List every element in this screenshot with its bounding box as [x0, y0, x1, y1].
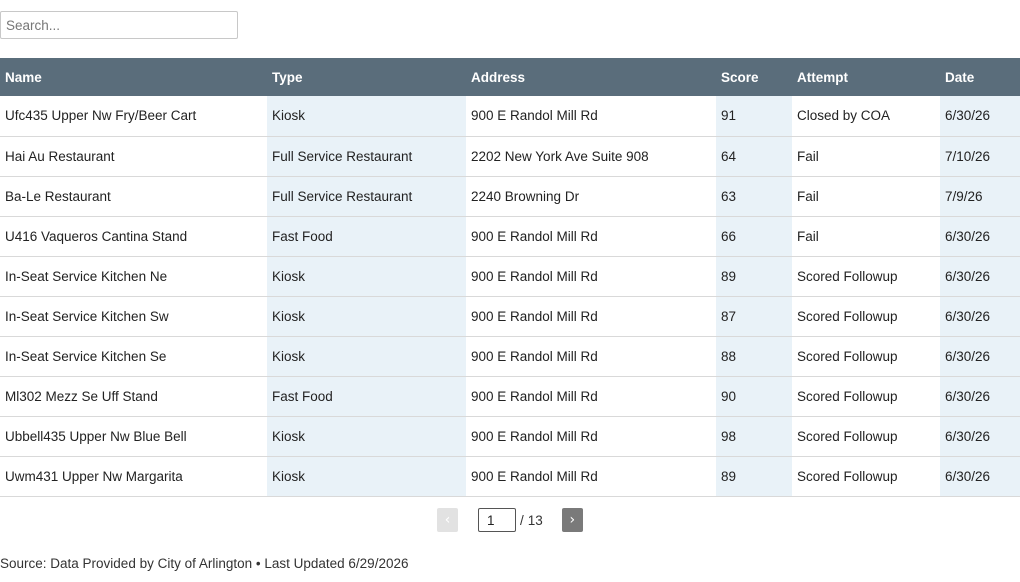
- column-header-attempt[interactable]: Attempt: [792, 58, 940, 96]
- cell-attempt: Scored Followup: [797, 308, 898, 324]
- cell-address: 900 E Randol Mill Rd: [471, 388, 598, 404]
- cell-address: 900 E Randol Mill Rd: [471, 268, 598, 284]
- page: Name Type Address Score Attempt Date Ufc…: [0, 0, 1020, 582]
- table-body: Ufc435 Upper Nw Fry/Beer Cart Kiosk 900 E …: [0, 96, 1020, 496]
- cell-name: Ufc435 Upper Nw Fry/Beer Cart: [5, 108, 197, 124]
- column-header-score[interactable]: Score: [716, 58, 792, 96]
- column-header-address[interactable]: Address: [466, 58, 716, 96]
- cell-score: 88: [716, 336, 792, 376]
- source-note: Source: Data Provided by City of Arlingt…: [0, 556, 409, 571]
- cell-attempt: Scored Followup: [797, 428, 898, 444]
- column-header-date[interactable]: Date: [940, 58, 1020, 96]
- cell-attempt: Fail: [797, 228, 819, 244]
- cell-name: U416 Vaqueros Cantina Stand: [5, 228, 188, 244]
- search-input[interactable]: [0, 11, 238, 39]
- cell-type: Kiosk: [267, 96, 466, 136]
- previous-page-button[interactable]: ‹: [437, 508, 458, 532]
- cell-type: Kiosk: [267, 416, 466, 456]
- cell-attempt: Scored Followup: [797, 348, 898, 364]
- cell-score: 90: [716, 376, 792, 416]
- cell-date: 6/30/26: [940, 256, 1020, 296]
- cell-date: 6/30/26: [940, 376, 1020, 416]
- pagination: ‹ /13 ›: [437, 508, 583, 532]
- cell-score: 91: [716, 96, 792, 136]
- cell-date: 7/10/26: [940, 136, 1020, 176]
- cell-name: Uwm431 Upper Nw Margarita: [5, 468, 183, 484]
- table-header-row: Name Type Address Score Attempt Date: [0, 58, 1020, 96]
- cell-name: Ml302 Mezz Se Uff Stand: [5, 388, 158, 404]
- table-row[interactable]: U416 Vaqueros Cantina Stand Fast Food 900 …: [0, 216, 1020, 256]
- cell-attempt: Closed by COA: [797, 108, 891, 124]
- cell-date: 6/30/26: [940, 96, 1020, 136]
- table-row[interactable]: In-Seat Service Kitchen Ne Kiosk 900 E Ran…: [0, 256, 1020, 296]
- table-row[interactable]: Uwm431 Upper Nw Margarita Kiosk 900 E Rand…: [0, 456, 1020, 496]
- cell-score: 87: [716, 296, 792, 336]
- table-row[interactable]: Hai Au Restaurant Full Service Restaurant…: [0, 136, 1020, 176]
- cell-name: In-Seat Service Kitchen Ne: [5, 268, 168, 284]
- cell-type: Kiosk: [267, 296, 466, 336]
- cell-date: 6/30/26: [940, 416, 1020, 456]
- cell-score: 64: [716, 136, 792, 176]
- cell-attempt: Scored Followup: [797, 468, 898, 484]
- column-header-type[interactable]: Type: [267, 58, 466, 96]
- cell-name: Ba-Le Restaurant: [5, 188, 111, 204]
- cell-type: Full Service Restaurant: [267, 176, 466, 216]
- cell-address: 900 E Randol Mill Rd: [471, 468, 598, 484]
- inspections-table: Name Type Address Score Attempt Date Ufc…: [0, 58, 1020, 497]
- table-row[interactable]: In-Seat Service Kitchen Sw Kiosk 900 E Ran…: [0, 296, 1020, 336]
- page-total: /13: [520, 513, 543, 528]
- cell-attempt: Fail: [797, 188, 819, 204]
- cell-address: 900 E Randol Mill Rd: [471, 428, 598, 444]
- cell-address: 900 E Randol Mill Rd: [471, 108, 598, 124]
- cell-attempt: Fail: [797, 148, 819, 164]
- column-header-name[interactable]: Name: [0, 58, 267, 96]
- cell-score: 89: [716, 456, 792, 496]
- table-row[interactable]: Ml302 Mezz Se Uff Stand Fast Food 900 E Ra…: [0, 376, 1020, 416]
- cell-type: Fast Food: [267, 376, 466, 416]
- page-separator: /: [520, 512, 524, 528]
- cell-address: 900 E Randol Mill Rd: [471, 228, 598, 244]
- cell-date: 6/30/26: [940, 296, 1020, 336]
- cell-date: 6/30/26: [940, 336, 1020, 376]
- cell-address: 900 E Randol Mill Rd: [471, 348, 598, 364]
- cell-type: Fast Food: [267, 216, 466, 256]
- cell-address: 900 E Randol Mill Rd: [471, 308, 598, 324]
- cell-date: 6/30/26: [940, 456, 1020, 496]
- cell-attempt: Scored Followup: [797, 388, 898, 404]
- table-row[interactable]: Ufc435 Upper Nw Fry/Beer Cart Kiosk 900 E …: [0, 96, 1020, 136]
- table-row[interactable]: Ba-Le Restaurant Full Service Restaurant 2…: [0, 176, 1020, 216]
- cell-address: 2202 New York Ave Suite 908: [471, 148, 649, 164]
- cell-date: 7/9/26: [940, 176, 1020, 216]
- table-row[interactable]: In-Seat Service Kitchen Se Kiosk 900 E Ran…: [0, 336, 1020, 376]
- next-page-button[interactable]: ›: [561, 508, 583, 532]
- cell-name: In-Seat Service Kitchen Se: [5, 348, 167, 364]
- cell-type: Kiosk: [267, 456, 466, 496]
- cell-attempt: Scored Followup: [797, 268, 898, 284]
- cell-name: Ubbell435 Upper Nw Blue Bell: [5, 428, 187, 444]
- cell-date: 6/30/26: [940, 216, 1020, 256]
- cell-score: 63: [716, 176, 792, 216]
- cell-name: Hai Au Restaurant: [5, 148, 115, 164]
- cell-type: Kiosk: [267, 336, 466, 376]
- cell-score: 98: [716, 416, 792, 456]
- cell-type: Full Service Restaurant: [267, 136, 466, 176]
- cell-address: 2240 Browning Dr: [471, 188, 580, 204]
- cell-type: Kiosk: [267, 256, 466, 296]
- table-row[interactable]: Ubbell435 Upper Nw Blue Bell Kiosk 900 E R…: [0, 416, 1020, 456]
- page-number-input[interactable]: [478, 508, 516, 532]
- cell-score: 89: [716, 256, 792, 296]
- total-pages: 13: [527, 512, 543, 528]
- cell-score: 66: [716, 216, 792, 256]
- cell-name: In-Seat Service Kitchen Sw: [5, 308, 169, 324]
